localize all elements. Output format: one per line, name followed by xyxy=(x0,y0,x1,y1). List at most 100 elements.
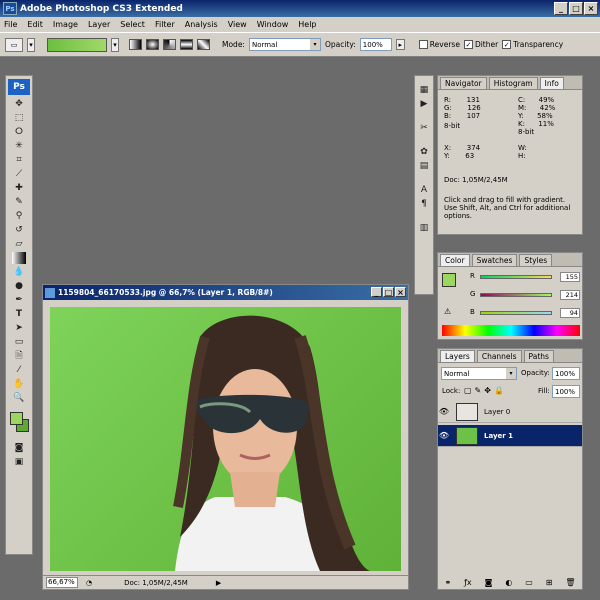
layer-row[interactable]: 👁 Layer 0 xyxy=(438,401,582,423)
new-layer-icon[interactable]: ⊞ xyxy=(546,578,553,587)
mode-select[interactable]: Normal ▾ xyxy=(248,38,321,51)
quick-mask-icon[interactable]: ◙ xyxy=(12,442,26,454)
eyedropper-tool-icon[interactable]: ⁄ xyxy=(12,364,26,376)
warning-icon[interactable]: ⚠ xyxy=(444,307,451,316)
dodge-tool-icon[interactable]: ● xyxy=(12,280,26,292)
fx-icon[interactable]: ƒx xyxy=(464,578,472,587)
doc-close-button[interactable]: × xyxy=(395,287,406,297)
tab-navigator[interactable]: Navigator xyxy=(440,77,487,89)
chevron-down-icon[interactable]: ▾ xyxy=(27,37,35,52)
brush-tool-icon[interactable]: ✎ xyxy=(12,196,26,208)
menu-file[interactable]: File xyxy=(4,20,17,29)
menu-edit[interactable]: Edit xyxy=(27,20,43,29)
fg-color-swatch[interactable] xyxy=(442,273,456,287)
maximize-button[interactable]: □ xyxy=(569,2,583,15)
layer-comps-icon[interactable]: ▥ xyxy=(417,222,431,234)
clone-source-icon[interactable]: ▤ xyxy=(417,160,431,172)
tab-histogram[interactable]: Histogram xyxy=(488,77,538,89)
dither-checkbox[interactable]: ✓ Dither xyxy=(463,40,498,49)
character-panel-icon[interactable]: A xyxy=(417,184,431,196)
status-arrow-icon[interactable]: ▶ xyxy=(216,579,221,587)
doc-maximize-button[interactable]: □ xyxy=(383,287,394,297)
trash-icon[interactable]: 🗑 xyxy=(565,578,575,587)
menu-select[interactable]: Select xyxy=(120,20,145,29)
reflected-gradient-button[interactable] xyxy=(180,39,193,50)
transparency-checkbox[interactable]: ✓ Transparency xyxy=(502,40,563,49)
shape-tool-icon[interactable]: ▭ xyxy=(12,336,26,348)
menu-help[interactable]: Help xyxy=(298,20,316,29)
gradient-swatch[interactable] xyxy=(47,37,107,52)
linear-gradient-button[interactable] xyxy=(129,39,142,50)
menu-window[interactable]: Window xyxy=(257,20,289,29)
b-input[interactable]: 94 xyxy=(560,308,580,318)
tab-swatches[interactable]: Swatches xyxy=(471,254,518,266)
layer-opacity-input[interactable]: 100% xyxy=(552,367,580,380)
screen-mode-icon[interactable]: ▣ xyxy=(12,456,26,468)
menu-filter[interactable]: Filter xyxy=(155,20,175,29)
paragraph-panel-icon[interactable]: ¶ xyxy=(417,198,431,210)
tool-presets-icon[interactable]: ✂ xyxy=(417,122,431,134)
g-input[interactable]: 214 xyxy=(560,290,580,300)
tab-paths[interactable]: Paths xyxy=(523,350,554,362)
menu-layer[interactable]: Layer xyxy=(88,20,110,29)
tab-info[interactable]: Info xyxy=(539,77,564,89)
type-tool-icon[interactable]: T xyxy=(12,308,26,320)
minimize-button[interactable]: _ xyxy=(554,2,568,15)
menu-analysis[interactable]: Analysis xyxy=(185,20,218,29)
r-slider[interactable] xyxy=(480,275,552,279)
r-input[interactable]: 155 xyxy=(560,272,580,282)
menu-image[interactable]: Image xyxy=(53,20,78,29)
mask-icon[interactable]: ◙ xyxy=(485,578,493,587)
pen-tool-icon[interactable]: ✒ xyxy=(12,294,26,306)
crop-tool-icon[interactable]: ⌗ xyxy=(12,154,26,166)
lock-icons[interactable]: ▢✎✥🔒 xyxy=(464,386,507,395)
lasso-tool-icon[interactable]: ⵔ xyxy=(12,126,26,138)
notes-tool-icon[interactable]: 🗎 xyxy=(12,350,26,362)
image-canvas[interactable] xyxy=(50,307,401,571)
path-selection-tool-icon[interactable]: ➤ xyxy=(12,322,26,334)
healing-brush-tool-icon[interactable]: ✚ xyxy=(12,182,26,194)
marquee-tool-icon[interactable]: ⬚ xyxy=(12,112,26,124)
doc-minimize-button[interactable]: _ xyxy=(371,287,382,297)
slice-tool-icon[interactable]: ⟋ xyxy=(12,168,26,180)
adjustment-icon[interactable]: ◐ xyxy=(505,578,512,587)
menu-view[interactable]: View xyxy=(228,20,247,29)
tab-layers[interactable]: Layers xyxy=(440,350,475,362)
clone-stamp-tool-icon[interactable]: ⚲ xyxy=(12,210,26,222)
tool-preset-picker[interactable]: ▭ xyxy=(5,37,23,52)
tab-styles[interactable]: Styles xyxy=(519,254,553,266)
link-icon[interactable]: ⚭ xyxy=(444,578,451,587)
eraser-tool-icon[interactable]: ▱ xyxy=(12,238,26,250)
diamond-gradient-button[interactable] xyxy=(197,39,210,50)
opacity-arrow-icon[interactable]: ▸ xyxy=(395,39,405,50)
zoom-input[interactable]: 66,67% xyxy=(46,577,78,588)
radial-gradient-button[interactable] xyxy=(146,39,159,50)
actions-panel-icon[interactable]: ▶ xyxy=(417,98,431,110)
eye-icon[interactable]: 👁 xyxy=(438,431,450,440)
layer-row[interactable]: 👁 Layer 1 xyxy=(438,425,582,447)
color-spectrum-bar[interactable] xyxy=(442,325,580,336)
foreground-color[interactable] xyxy=(10,412,23,425)
zoom-tool-icon[interactable]: 🔍 xyxy=(12,392,26,404)
hand-tool-icon[interactable]: ✋ xyxy=(12,378,26,390)
angle-gradient-button[interactable] xyxy=(163,39,176,50)
tab-color[interactable]: Color xyxy=(440,254,470,266)
magic-wand-tool-icon[interactable]: ✳ xyxy=(12,140,26,152)
reverse-checkbox[interactable]: Reverse xyxy=(418,40,460,49)
history-panel-icon[interactable]: ▦ xyxy=(417,84,431,96)
move-tool-icon[interactable]: ✥ xyxy=(12,98,26,110)
fill-input[interactable]: 100% xyxy=(552,385,580,398)
brushes-panel-icon[interactable]: ✿ xyxy=(417,146,431,158)
gradient-dropdown[interactable]: ▾ xyxy=(111,37,119,52)
blur-tool-icon[interactable]: 💧 xyxy=(12,266,26,278)
folder-icon[interactable]: ▭ xyxy=(525,578,533,587)
b-slider[interactable] xyxy=(480,311,552,315)
tab-channels[interactable]: Channels xyxy=(476,350,522,362)
history-brush-tool-icon[interactable]: ↺ xyxy=(12,224,26,236)
eye-icon[interactable]: 👁 xyxy=(438,407,450,416)
blend-mode-select[interactable]: Normal ▾ xyxy=(441,367,517,380)
g-slider[interactable] xyxy=(480,293,552,297)
close-button[interactable]: × xyxy=(584,2,598,15)
opacity-input[interactable]: 100% xyxy=(359,38,392,51)
status-menu-icon[interactable]: ◔ xyxy=(86,579,92,587)
